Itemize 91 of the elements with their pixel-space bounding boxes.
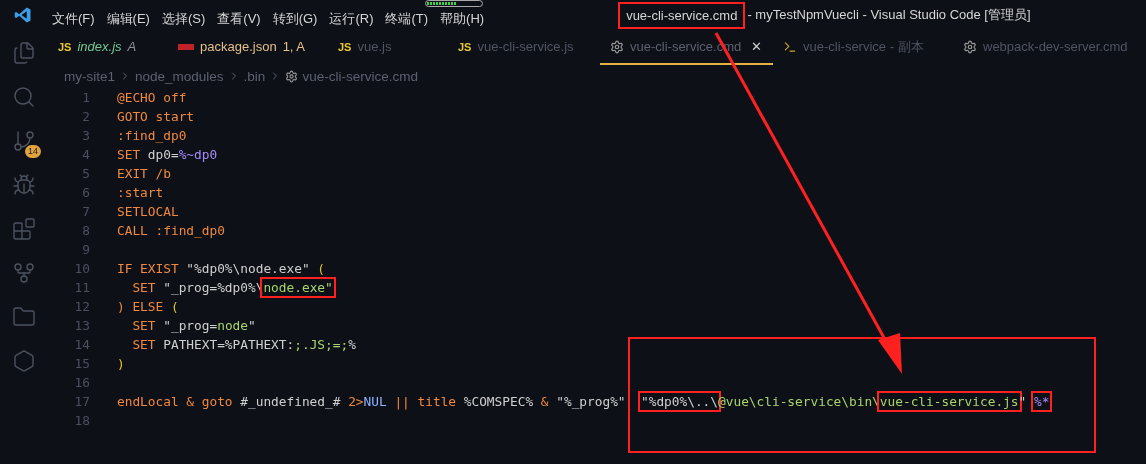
menu-item[interactable]: 编辑(E): [100, 10, 156, 26]
js-file-icon: JS: [58, 40, 72, 53]
line-number: 18: [73, 413, 91, 428]
code-text: GOTO start: [117, 109, 195, 124]
code-text: &: [540, 394, 550, 409]
line-number: 1: [81, 90, 91, 105]
code-text: IF EXIST: [117, 261, 180, 276]
window-title: - myTestNpmVuecli - Visual Studio Code [管理员]: [746, 6, 1032, 24]
git-icon[interactable]: [12, 261, 36, 285]
line-number: 11: [73, 280, 91, 295]
code-text: dp0=: [147, 147, 179, 162]
code-text: :start: [117, 185, 164, 200]
menu-item[interactable]: 帮助(H): [434, 10, 491, 26]
code-text: "%dp0%\node.exe": [186, 261, 311, 276]
code-text: SET: [131, 337, 157, 352]
npm-icon: [178, 43, 194, 50]
code-text: ": [248, 318, 256, 333]
line-number: 4: [81, 147, 91, 162]
gear-icon: [963, 39, 977, 54]
hexagon-icon[interactable]: [12, 349, 36, 373]
code-text: CALL :find_dp0: [117, 223, 225, 238]
menu-item[interactable]: 终端(T): [379, 10, 435, 26]
code-text: %~dp0: [178, 147, 218, 162]
code-text: node: [217, 318, 248, 333]
code-text: #_undefined_#: [240, 394, 342, 409]
menu-item[interactable]: 文件(F): [46, 10, 101, 26]
js-file-icon: JS: [338, 40, 352, 53]
code-text: || title: [394, 394, 458, 409]
search-icon[interactable]: [12, 85, 36, 109]
code-text: "%_prog%": [556, 394, 627, 409]
code-text: @ECHO off: [117, 90, 187, 105]
code-text: (: [170, 299, 179, 314]
code-text: (: [317, 261, 326, 276]
file-status: A: [127, 39, 137, 54]
file-status: 1, A: [282, 39, 306, 54]
line-number: 2: [81, 109, 91, 124]
code-text: SET: [117, 147, 142, 162]
code-text: ): [117, 356, 125, 371]
scm-icon[interactable]: [12, 129, 36, 153]
folder-icon[interactable]: [12, 305, 36, 329]
code-text: SET: [131, 280, 157, 295]
line-number: 17: [73, 394, 91, 409]
line-number: 9: [81, 242, 91, 257]
window-title-file: vue-cli-service.cmd: [618, 1, 746, 29]
line-number: 16: [73, 375, 91, 390]
code-text: %COMSPEC%: [463, 394, 535, 409]
editor-tab[interactable]: JS index.js A: [48, 30, 168, 65]
terminal-icon: [783, 39, 797, 54]
code-text: ) ELSE: [117, 299, 165, 314]
menu-item[interactable]: 转到(G): [266, 10, 324, 26]
line-number: 10: [73, 261, 91, 276]
code-text: %*: [1033, 394, 1050, 409]
count-badge: 14: [25, 145, 41, 158]
line-number: 3: [81, 128, 91, 143]
line-number: 14: [73, 337, 91, 352]
gear-icon: [610, 39, 624, 54]
editor-tab[interactable]: JS vue-cli-service.js: [448, 30, 600, 65]
code-text: :find_dp0: [117, 128, 187, 143]
close-icon[interactable]: ✕: [751, 39, 763, 54]
line-number: 6: [81, 185, 91, 200]
debug-icon[interactable]: [12, 173, 36, 197]
line-number: 8: [81, 223, 91, 238]
js-file-icon: JS: [458, 40, 472, 53]
code-text: EXIT /b: [117, 166, 171, 181]
editor-tab[interactable]: JS vue.js: [328, 30, 448, 65]
extensions-icon[interactable]: [12, 217, 36, 241]
code-text: PATHEXT=%PATHEXT:: [163, 337, 295, 352]
line-number: 12: [73, 299, 91, 314]
code-text: NUL: [363, 394, 388, 409]
menu-item[interactable]: 查看(V): [211, 10, 267, 26]
code-text: node.exe": [263, 280, 333, 295]
line-number: 15: [73, 356, 91, 371]
line-number: 7: [81, 204, 91, 219]
menu-item[interactable]: 运行(R): [323, 10, 380, 26]
gear-icon: [285, 69, 299, 83]
app-logo-icon: [14, 6, 32, 24]
code-text: SETLOCAL: [117, 204, 179, 219]
code-text: SET: [131, 318, 157, 333]
menu-item[interactable]: 选择(S): [155, 10, 212, 26]
editor-tab[interactable]: package.json 1, A: [168, 30, 328, 65]
code-text: ": [1018, 394, 1028, 409]
code-text: vue-cli-service.js: [879, 394, 1019, 409]
code-text: %: [348, 337, 356, 352]
code-text: endLocal & goto: [117, 394, 234, 409]
line-number: 5: [81, 166, 91, 181]
code-text: "%dp0%\..\: [640, 394, 718, 409]
line-number: 13: [73, 318, 91, 333]
code-text: "_prog=: [163, 318, 218, 333]
code-text: 2>: [348, 394, 364, 409]
files-icon[interactable]: [12, 41, 36, 65]
code-text: ;.JS;=;: [294, 337, 349, 352]
